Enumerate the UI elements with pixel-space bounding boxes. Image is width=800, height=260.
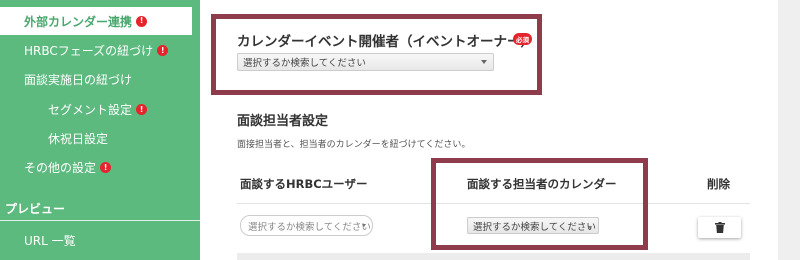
sidebar-item-label: 休祝日設定 <box>48 132 109 146</box>
sidebar-item-interview-date[interactable]: 面談実施日の紐づけ <box>24 71 132 88</box>
interviewer-settings-description: 面接担当者と、担当者のカレンダーを紐づけてください。 <box>237 140 471 150</box>
chevron-down-icon <box>362 224 366 227</box>
alert-icon: ! <box>100 162 112 173</box>
sidebar-item-other-settings[interactable]: その他の設定 ! <box>24 159 112 176</box>
sidebar-item-label: URL 一覧 <box>24 234 76 248</box>
alert-icon: ! <box>136 104 148 115</box>
delete-button[interactable] <box>698 217 741 238</box>
column-header-user: 面談するHRBCユーザー <box>240 177 368 191</box>
sidebar-item-label: セグメント設定 <box>48 103 133 117</box>
column-header-delete: 削除 <box>707 177 730 191</box>
preview-heading: プレビュー <box>5 202 66 216</box>
sidebar: 外部カレンダー連携 ! HRBCフェーズの紐づけ ! 面談実施日の紐づけ セグメ… <box>0 0 200 260</box>
highlight-box-calendar <box>431 158 648 250</box>
next-row <box>237 253 750 260</box>
sidebar-item-label: 面談実施日の紐づけ <box>24 73 133 87</box>
scroll-gutter <box>778 0 800 260</box>
divider <box>0 220 200 221</box>
highlight-box-owner <box>211 14 542 95</box>
sidebar-item-label: 外部カレンダー連携 <box>24 14 133 29</box>
sidebar-item-label: その他の設定 <box>24 161 97 175</box>
sidebar-item-url-list[interactable]: URL 一覧 <box>24 232 76 249</box>
trash-icon <box>714 222 725 233</box>
sidebar-item-label: HRBCフェーズの紐づけ <box>24 44 154 58</box>
sidebar-item-holidays[interactable]: 休祝日設定 <box>48 130 108 147</box>
select-placeholder: 選択するか検索してください <box>248 221 371 233</box>
hrbc-user-select[interactable]: 選択するか検索してください <box>240 215 373 236</box>
sidebar-item-external-calendar[interactable]: 外部カレンダー連携 ! <box>0 7 192 35</box>
alert-icon: ! <box>157 45 169 56</box>
sidebar-item-hrbc-phase[interactable]: HRBCフェーズの紐づけ ! <box>24 42 169 59</box>
alert-icon: ! <box>136 15 148 27</box>
sidebar-item-segment[interactable]: セグメント設定 ! <box>48 101 148 118</box>
interviewer-settings-title: 面談担当者設定 <box>237 114 329 129</box>
